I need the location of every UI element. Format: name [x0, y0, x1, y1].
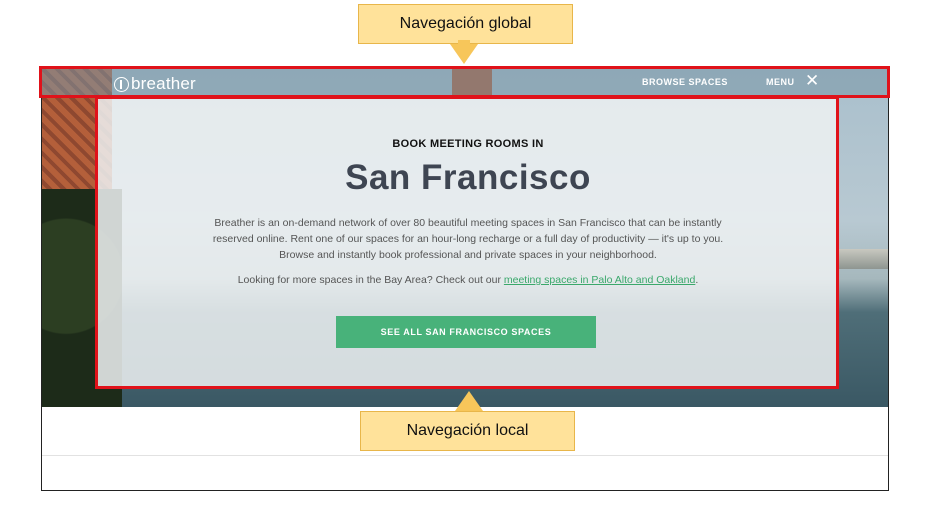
arrow-down-icon — [450, 44, 478, 64]
callout-global-navigation: Navegación global — [358, 4, 573, 44]
callout-local-navigation: Navegación local — [360, 411, 575, 451]
callout-local-label: Navegación local — [406, 422, 529, 439]
global-navigation-bar: breather BROWSE SPACES MENU ✕ — [42, 69, 888, 97]
browse-spaces-link[interactable]: BROWSE SPACES — [642, 77, 728, 87]
more-suffix: . — [695, 274, 699, 286]
logo[interactable]: breather — [114, 74, 196, 94]
city-image — [838, 249, 888, 269]
local-navigation-panel: BOOK MEETING ROOMS IN San Francisco Brea… — [97, 98, 839, 388]
see-all-spaces-button[interactable]: SEE ALL SAN FRANCISCO SPACES — [336, 316, 596, 348]
panel-description: Breather is an on-demand network of over… — [212, 217, 724, 261]
panel-kicker: BOOK MEETING ROOMS IN — [392, 138, 544, 150]
arrow-up-icon — [455, 391, 483, 411]
breather-logo-icon — [114, 76, 129, 92]
menu-button[interactable]: MENU — [766, 77, 795, 87]
callout-global-label: Navegación global — [399, 15, 532, 32]
panel-more-text: Looking for more spaces in the Bay Area?… — [97, 274, 839, 286]
more-prefix: Looking for more spaces in the Bay Area?… — [237, 274, 504, 286]
palo-alto-oakland-link[interactable]: meeting spaces in Palo Alto and Oakland — [504, 274, 695, 286]
logo-text: breather — [131, 74, 196, 93]
close-icon[interactable]: ✕ — [805, 72, 819, 89]
page-title: San Francisco — [345, 158, 591, 197]
hero-background: breather BROWSE SPACES MENU ✕ BOOK MEETI… — [42, 69, 888, 407]
content-divider — [42, 455, 888, 456]
